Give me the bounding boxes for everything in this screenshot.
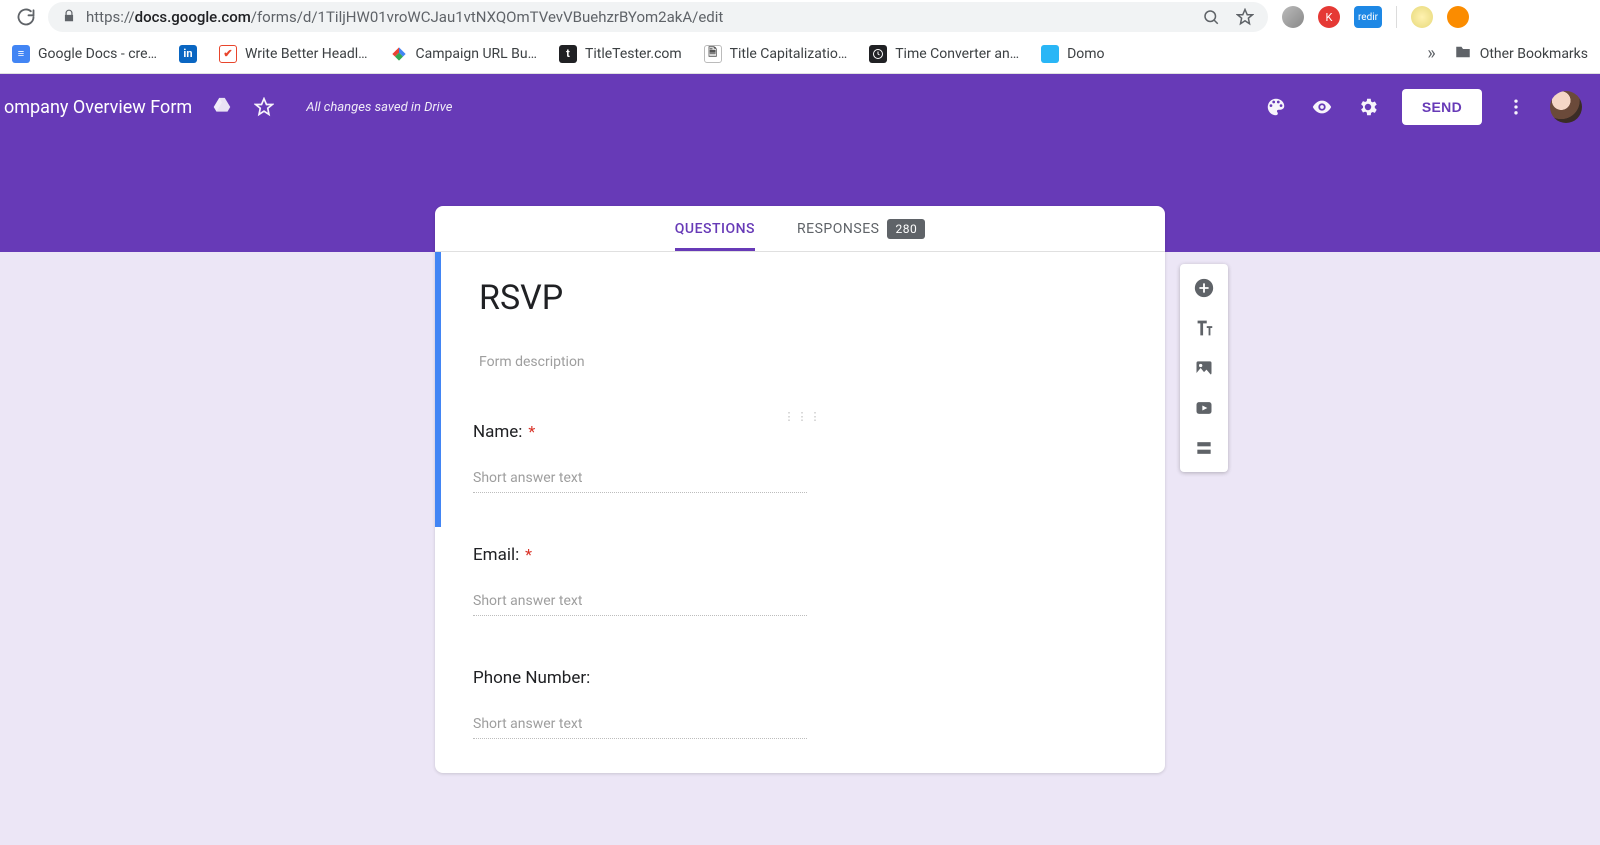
bookmark-favicon: ≡ (12, 45, 30, 63)
answer-placeholder: Short answer text (473, 470, 807, 493)
add-title-button[interactable] (1186, 310, 1222, 346)
search-icon[interactable] (1202, 8, 1220, 26)
question-block[interactable]: ⋮⋮⋮ Name: * Short answer text (435, 404, 1165, 527)
bookmark-label: Time Converter an… (895, 46, 1019, 62)
tab-responses[interactable]: RESPONSES 280 (797, 206, 925, 251)
document-title[interactable]: ompany Overview Form (0, 97, 192, 118)
response-count-badge: 280 (887, 219, 925, 239)
save-status: All changes saved in Drive (306, 100, 452, 115)
bookmark-item[interactable]: Time Converter an… (869, 45, 1019, 63)
add-question-button[interactable] (1186, 270, 1222, 306)
bookmark-item[interactable]: ≡ Google Docs - cre… (12, 45, 157, 63)
bookmarks-overflow-icon[interactable]: » (1427, 43, 1435, 64)
folder-icon (1454, 43, 1472, 65)
form-title[interactable]: RSVP (479, 278, 1127, 318)
bookmark-favicon: 🗎 (704, 45, 722, 63)
tab-questions[interactable]: QUESTIONS (675, 206, 755, 251)
bookmark-favicon: ✔ (219, 45, 237, 63)
bookmark-item[interactable]: Domo (1041, 45, 1104, 63)
answer-placeholder: Short answer text (473, 593, 807, 616)
extension-redir-icon[interactable]: redir (1354, 6, 1382, 28)
palette-icon[interactable] (1264, 95, 1288, 119)
form-tabs: QUESTIONS RESPONSES 280 (435, 206, 1165, 252)
add-section-button[interactable] (1186, 430, 1222, 466)
bookmark-label: Google Docs - cre… (38, 46, 157, 62)
preview-icon[interactable] (1310, 95, 1334, 119)
bookmark-favicon (869, 45, 887, 63)
add-image-button[interactable] (1186, 350, 1222, 386)
bookmark-label: TitleTester.com (585, 46, 682, 62)
omnibox[interactable]: https://docs.google.com/forms/d/1TiljHW0… (48, 2, 1268, 32)
form-description-placeholder[interactable]: Form description (479, 354, 1127, 370)
bookmark-item[interactable]: Campaign URL Bu… (390, 45, 537, 63)
bookmark-item[interactable]: t TitleTester.com (559, 45, 682, 63)
send-button[interactable]: SEND (1402, 89, 1482, 125)
question-title[interactable]: Email: (473, 545, 519, 565)
reload-icon[interactable] (12, 3, 40, 31)
other-bookmarks[interactable]: Other Bookmarks (1454, 43, 1588, 65)
star-icon[interactable] (1236, 8, 1254, 26)
account-avatar[interactable] (1550, 91, 1582, 123)
tab-label: QUESTIONS (675, 221, 755, 237)
app-header: ompany Overview Form All changes saved i… (0, 74, 1600, 140)
extension-icon[interactable]: K (1318, 6, 1340, 28)
lock-icon (62, 8, 76, 27)
add-video-button[interactable] (1186, 390, 1222, 426)
tab-label: RESPONSES (797, 221, 879, 237)
bookmark-item[interactable]: 🗎 Title Capitalizatio… (704, 45, 848, 63)
bookmark-favicon: t (559, 45, 577, 63)
bookmark-label: Campaign URL Bu… (416, 46, 537, 62)
bookmark-favicon: in (179, 45, 197, 63)
drag-handle-icon[interactable]: ⋮⋮⋮ (784, 410, 823, 423)
extension-icon[interactable] (1447, 6, 1469, 28)
bookmark-label: Write Better Headl… (245, 46, 368, 62)
more-icon[interactable] (1504, 95, 1528, 119)
star-icon[interactable] (252, 95, 276, 119)
form-header-block[interactable]: RSVP Form description (435, 252, 1165, 404)
extension-icon[interactable] (1282, 6, 1304, 28)
extension-icon[interactable] (1411, 6, 1433, 28)
required-star: * (528, 422, 535, 441)
bookmark-favicon (1041, 45, 1059, 63)
extension-separator (1396, 6, 1397, 28)
question-block[interactable]: Phone Number: Short answer text (435, 650, 1165, 773)
bookmarks-bar: ≡ Google Docs - cre… in ✔ Write Better H… (0, 34, 1600, 74)
url-text: https://docs.google.com/forms/d/1TiljHW0… (86, 8, 723, 26)
required-star: * (525, 545, 532, 564)
other-bookmarks-label: Other Bookmarks (1480, 46, 1588, 62)
floating-toolbar (1180, 264, 1228, 472)
settings-icon[interactable] (1356, 95, 1380, 119)
bookmark-item[interactable]: in (179, 45, 197, 63)
question-title[interactable]: Name: (473, 422, 522, 442)
bookmark-label: Domo (1067, 46, 1104, 62)
answer-placeholder: Short answer text (473, 716, 807, 739)
bookmark-label: Title Capitalizatio… (730, 46, 848, 62)
question-block[interactable]: Email: * Short answer text (435, 527, 1165, 650)
browser-toolbar: https://docs.google.com/forms/d/1TiljHW0… (0, 0, 1600, 34)
bookmark-item[interactable]: ✔ Write Better Headl… (219, 45, 368, 63)
browser-extensions: K redir (1276, 6, 1469, 28)
question-title[interactable]: Phone Number: (473, 668, 590, 688)
form-card: QUESTIONS RESPONSES 280 RSVP Form descri… (435, 206, 1165, 773)
move-to-drive-icon[interactable] (210, 95, 234, 119)
canvas: QUESTIONS RESPONSES 280 RSVP Form descri… (0, 252, 1600, 845)
bookmark-favicon (390, 45, 408, 63)
